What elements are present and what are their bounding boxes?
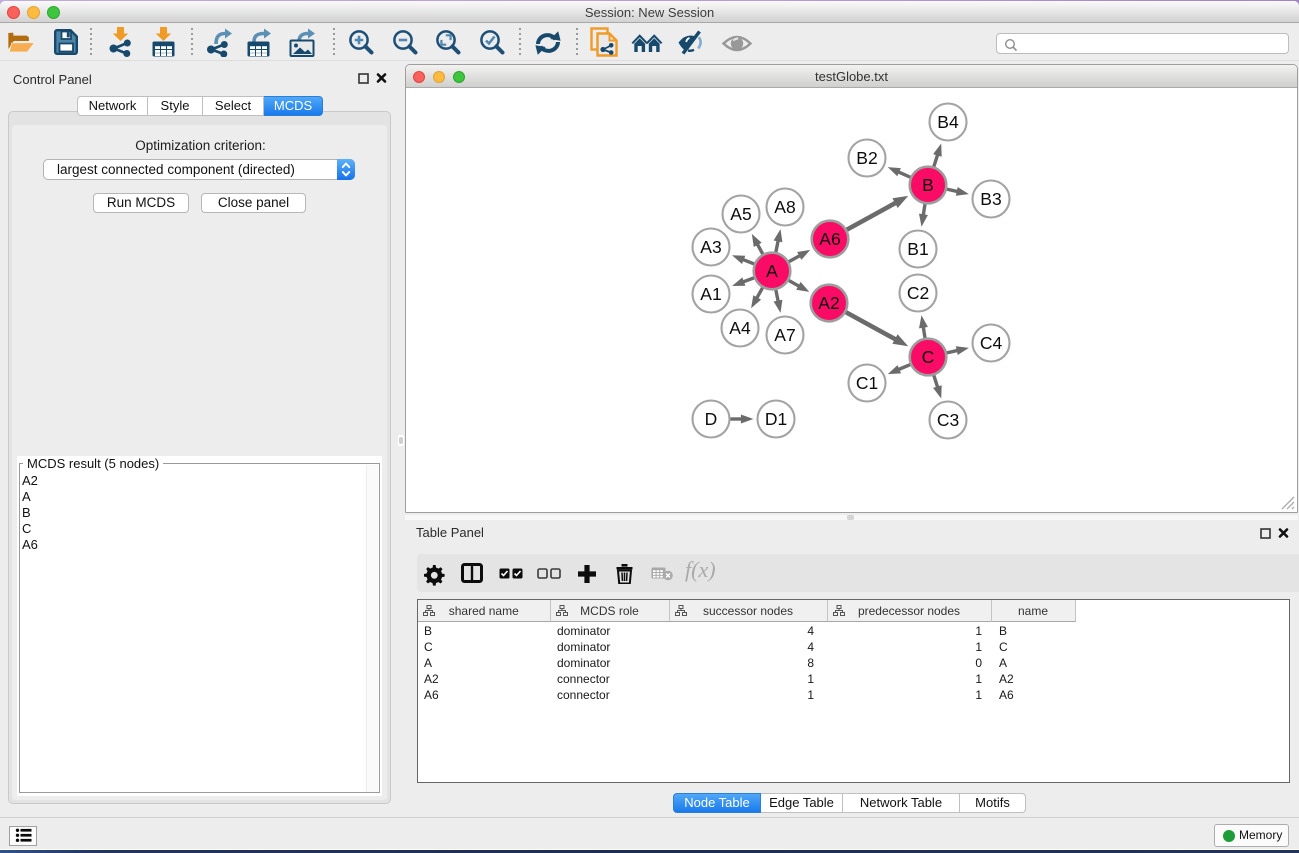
svg-text:A3: A3 [700,237,721,257]
svg-text:A7: A7 [774,325,795,345]
svg-text:B1: B1 [907,239,928,259]
svg-text:C: C [922,347,935,367]
svg-text:B2: B2 [856,148,877,168]
svg-text:A4: A4 [729,318,751,338]
svg-text:C4: C4 [980,333,1003,353]
svg-text:A8: A8 [774,197,795,217]
svg-text:B3: B3 [980,189,1001,209]
svg-text:B4: B4 [937,112,959,132]
svg-text:A: A [766,261,778,281]
svg-text:C3: C3 [937,410,959,430]
svg-text:A5: A5 [730,204,751,224]
svg-text:A2: A2 [818,293,839,313]
svg-text:A1: A1 [700,284,721,304]
svg-text:C2: C2 [907,283,929,303]
svg-text:C1: C1 [856,373,878,393]
svg-text:D: D [705,409,718,429]
svg-text:D1: D1 [765,409,787,429]
svg-text:A6: A6 [819,229,840,249]
svg-text:B: B [922,175,934,195]
